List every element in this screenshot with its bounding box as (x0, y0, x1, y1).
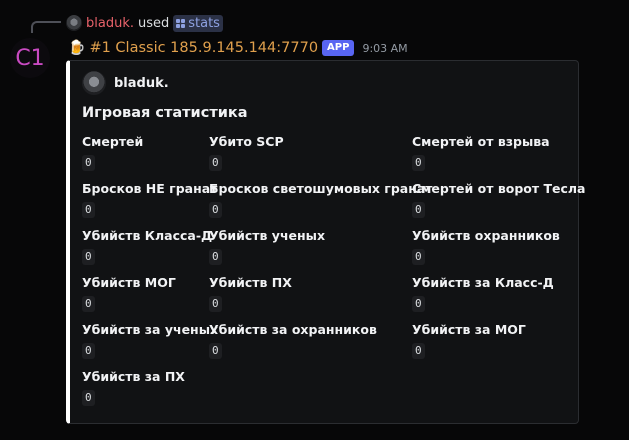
field-value: 0 (209, 249, 222, 265)
field-name: Убийств за Класс-Д (412, 275, 554, 290)
embed-field: Убийств за МОГ 0 (412, 321, 526, 359)
field-value: 0 (209, 202, 222, 218)
field-name: Убийств за ПХ (82, 369, 185, 384)
embed-field: Убийств за Класс-Д 0 (412, 274, 554, 312)
embed-field: Смертей 0 (82, 133, 143, 171)
embed-field: Бросков светошумовых гранат 0 (209, 180, 433, 218)
embed-author-name: bladuk. (114, 75, 169, 91)
embed-field: Смертей от взрыва 0 (412, 133, 550, 171)
bot-avatar[interactable]: C1 (10, 38, 50, 78)
embed-author-avatar (82, 71, 106, 95)
embed-field: Убийств за охранников 0 (209, 321, 377, 359)
field-value: 0 (412, 249, 425, 265)
embed-field: Бросков НЕ гранат 0 (82, 180, 217, 218)
field-value: 0 (82, 249, 95, 265)
bot-username[interactable]: #1 Classic 185.9.145.144:7770 (89, 40, 318, 56)
field-name: Убийств ученых (209, 228, 326, 243)
field-value: 0 (412, 155, 425, 171)
embed-author: bladuk. (82, 71, 169, 95)
field-name: Убийств за МОГ (412, 322, 526, 337)
field-value: 0 (412, 202, 425, 218)
field-name: Бросков НЕ гранат (82, 181, 218, 196)
app-badge: APP (322, 40, 355, 56)
reply-connector (31, 21, 61, 33)
message-timestamp[interactable]: 9:03 AM (362, 42, 407, 55)
command-name: stats (188, 15, 220, 31)
message-header: 🍺 #1 Classic 185.9.145.144:7770 APP 9:03… (68, 38, 408, 58)
field-name: Убийств МОГ (82, 275, 176, 290)
user-avatar-small[interactable] (66, 15, 82, 31)
field-name: Смертей от ворот Тесла (412, 181, 586, 196)
field-value: 0 (82, 202, 95, 218)
field-name: Убийств охранников (412, 228, 560, 243)
field-name: Смертей от взрыва (412, 134, 550, 149)
command-grid-icon (176, 18, 186, 28)
field-name: Бросков светошумовых гранат (209, 181, 433, 196)
field-value: 0 (209, 155, 222, 171)
command-reference[interactable]: bladuk. used stats (66, 14, 223, 32)
beer-mug-icon: 🍺 (68, 40, 86, 56)
field-value: 0 (82, 390, 95, 406)
embed-field: Смертей от ворот Тесла 0 (412, 180, 585, 218)
slash-command-badge[interactable]: stats (173, 14, 223, 32)
embed-field: Убийств за ПХ 0 (82, 368, 185, 406)
field-value: 0 (82, 343, 95, 359)
field-name: Убито SCP (209, 134, 284, 149)
field-value: 0 (82, 155, 95, 171)
field-value: 0 (82, 296, 95, 312)
embed-title: Игровая статистика (82, 105, 248, 121)
field-value: 0 (412, 343, 425, 359)
field-name: Смертей (82, 134, 144, 149)
embed-field: Убито SCP 0 (209, 133, 284, 171)
field-name: Убийств ПХ (209, 275, 292, 290)
field-value: 0 (412, 296, 425, 312)
field-name: Убийств за охранников (209, 322, 377, 337)
embed-field: Убийств ученых 0 (209, 227, 325, 265)
field-name: Убийств Класса-Д (82, 228, 213, 243)
reference-username[interactable]: bladuk. (86, 16, 134, 31)
embed-field: Убийств ПХ 0 (209, 274, 292, 312)
embed-field: Убийств охранников 0 (412, 227, 560, 265)
embed-field: Убийств МОГ 0 (82, 274, 176, 312)
reference-used-text: used (137, 15, 170, 31)
embed-field: Убийств Класса-Д 0 (82, 227, 212, 265)
embed-field: Убийств за ученых 0 (82, 321, 218, 359)
field-value: 0 (209, 296, 222, 312)
field-value: 0 (209, 343, 222, 359)
stats-embed: bladuk. Игровая статистика Смертей 0 Уби… (66, 60, 585, 424)
field-name: Убийств за ученых (82, 322, 219, 337)
